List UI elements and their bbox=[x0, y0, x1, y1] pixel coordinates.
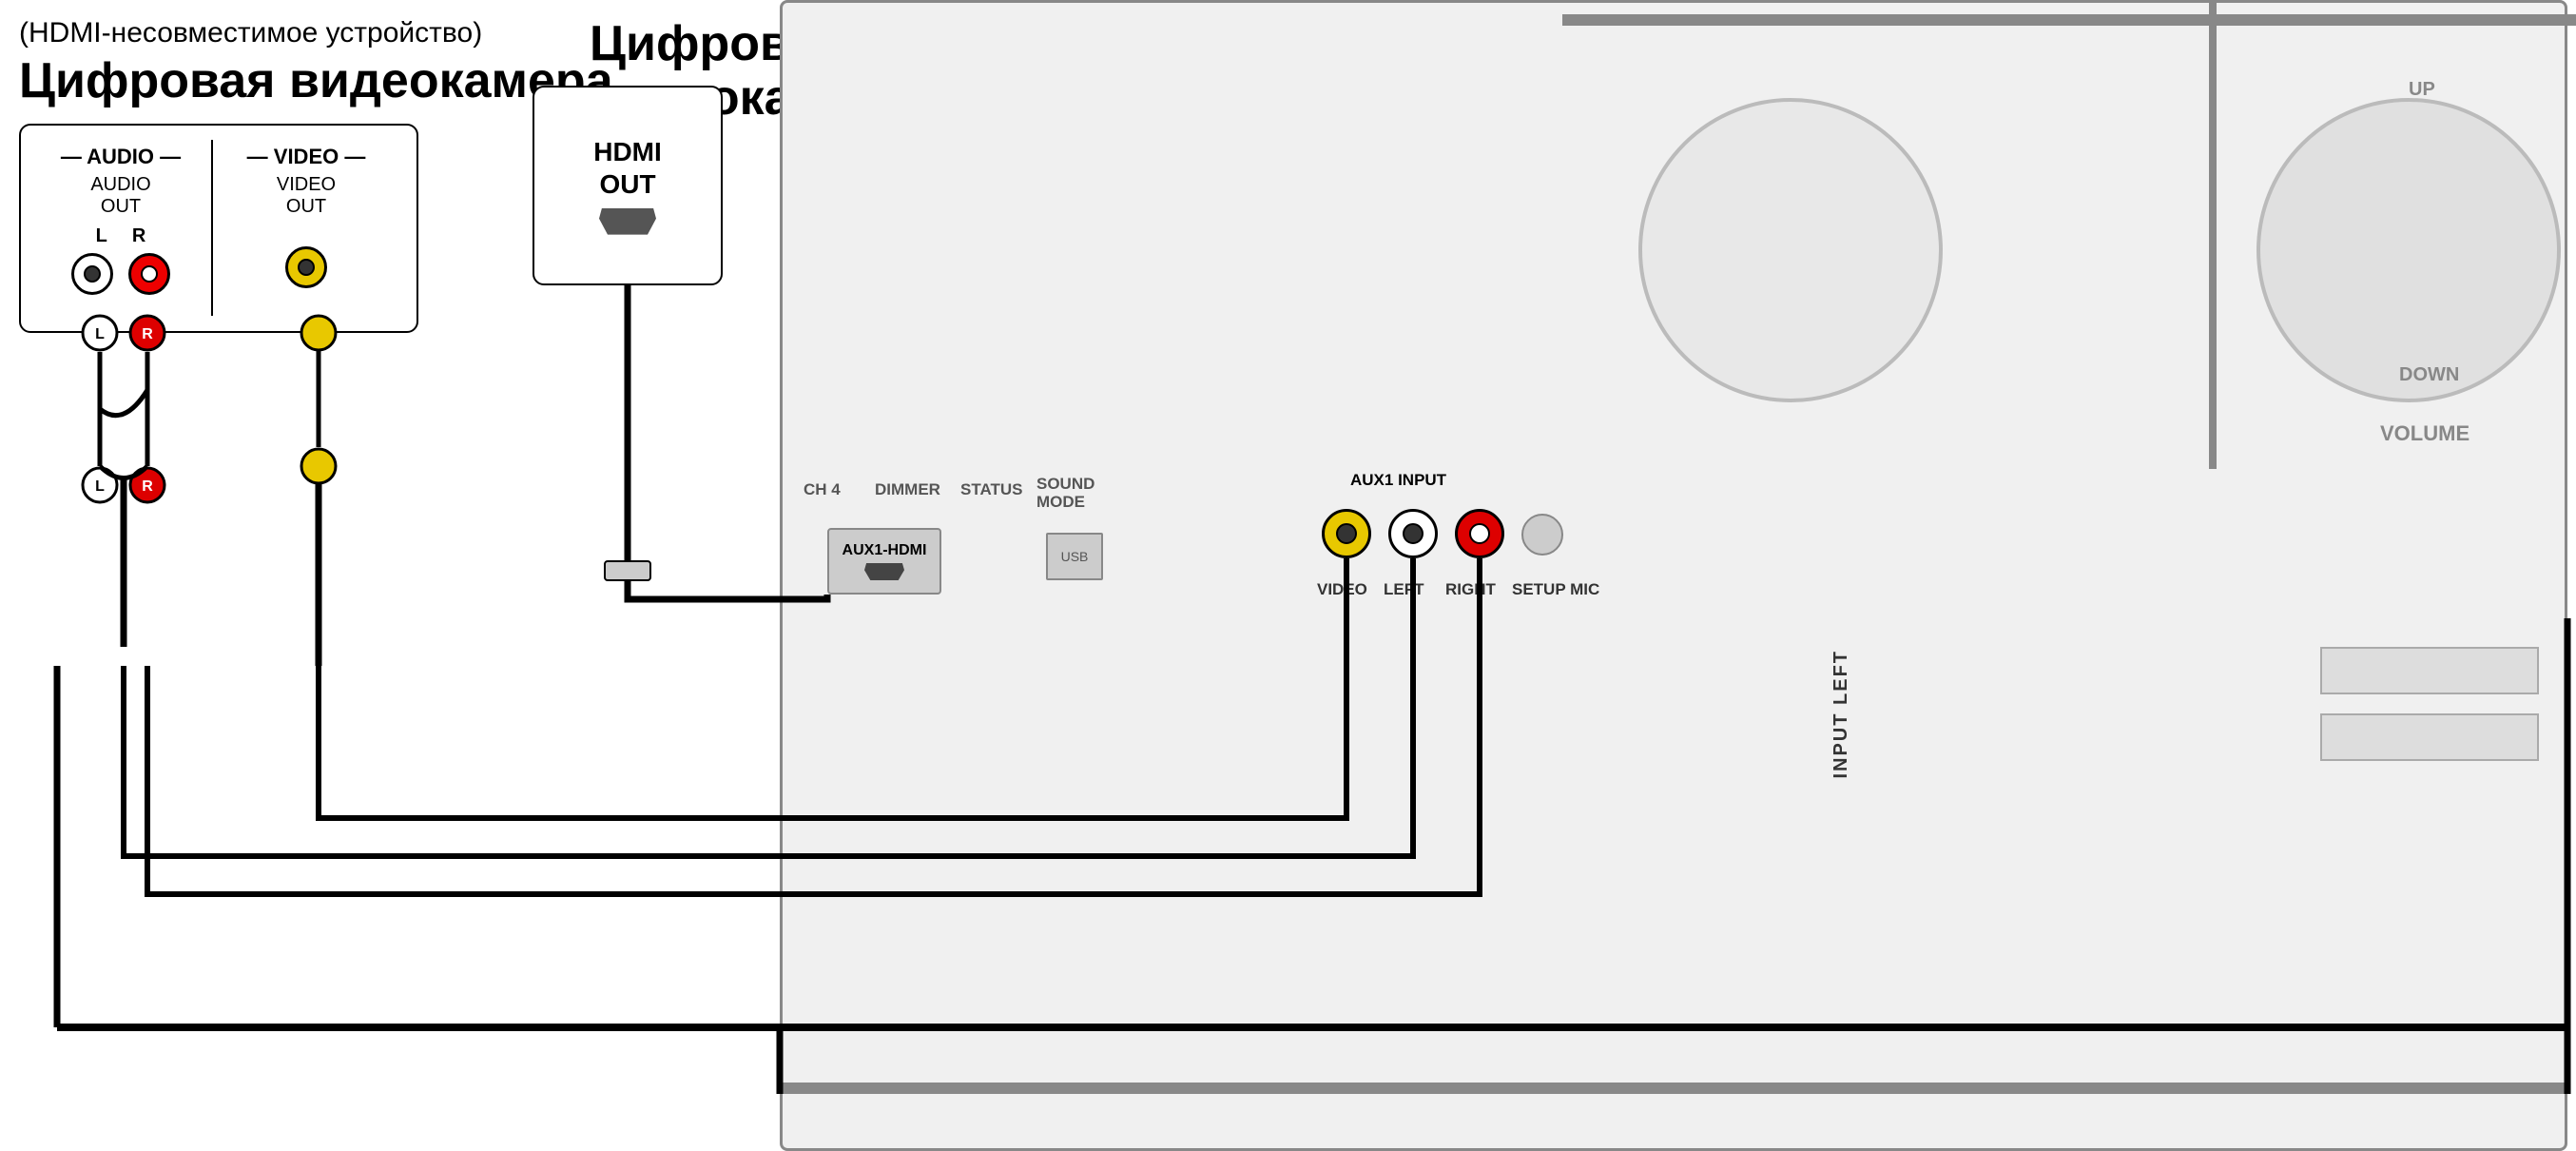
video-conn-label: VIDEO bbox=[1317, 580, 1367, 599]
ch4-label: CH 4 bbox=[804, 480, 841, 499]
left-conn-label: LEFT bbox=[1384, 580, 1424, 599]
sound-mode-label: SOUNDMODE bbox=[1036, 476, 1094, 511]
hdmi-device-box: HDMIOUT bbox=[533, 86, 723, 285]
video-out-label: VIDEOOUT bbox=[240, 174, 373, 218]
hdmi-port-icon bbox=[599, 208, 656, 235]
aux1-hdmi-label: AUX1-HDMI bbox=[843, 542, 927, 559]
usb-port-box: USB bbox=[1046, 533, 1103, 580]
left-camera-label: Цифровая видеокамера bbox=[19, 52, 613, 109]
audio-out-label: AUDIOOUT bbox=[40, 174, 202, 218]
audio-dash-label: — AUDIO — bbox=[40, 145, 202, 169]
l-label: L bbox=[96, 225, 107, 247]
svg-text:L: L bbox=[95, 478, 105, 495]
input-left-text: INPUT LEFT bbox=[1830, 650, 1852, 779]
hdmi-incompatible-label: (HDMI-несовместимое устройство) bbox=[19, 17, 482, 49]
device-left-rca bbox=[1388, 509, 1438, 558]
device-video-rca-inner bbox=[1336, 523, 1357, 544]
svg-text:R: R bbox=[142, 478, 153, 495]
section-divider bbox=[211, 140, 213, 316]
audio-r-connector bbox=[128, 253, 170, 295]
aux1-hdmi-port bbox=[864, 563, 904, 580]
video-connector bbox=[285, 246, 327, 288]
audio-l-inner bbox=[84, 265, 101, 283]
hdmi-out-label: HDMIOUT bbox=[593, 136, 662, 200]
volume-label: VOLUME bbox=[2380, 421, 2469, 446]
setup-mic-button[interactable] bbox=[1521, 514, 1563, 556]
right-conn-label: RIGHT bbox=[1445, 580, 1496, 599]
volume-up-label: UP bbox=[2409, 79, 2435, 101]
video-section: — VIDEO — VIDEOOUT bbox=[240, 145, 373, 288]
bottom-bar bbox=[780, 1083, 2567, 1094]
setup-mic-label: SETUP MIC bbox=[1512, 580, 1599, 599]
status-label: STATUS bbox=[960, 480, 1022, 499]
device-right-rca bbox=[1455, 509, 1504, 558]
lr-label-row: L R bbox=[40, 225, 202, 247]
left-device-box: — AUDIO — AUDIOOUT L R — VIDEO — VIDEOOU… bbox=[19, 124, 418, 333]
vertical-divider bbox=[2209, 3, 2217, 469]
video-connectors bbox=[240, 246, 373, 288]
device-video-rca bbox=[1322, 509, 1371, 558]
device-right-rca-inner bbox=[1469, 523, 1490, 544]
device-left-rca-inner bbox=[1403, 523, 1424, 544]
video-dash-label: — VIDEO — bbox=[240, 145, 373, 169]
audio-connectors bbox=[40, 253, 202, 295]
video-inner bbox=[298, 259, 315, 276]
audio-l-connector bbox=[71, 253, 113, 295]
audio-r-inner bbox=[141, 265, 158, 283]
volume-knob-small bbox=[1638, 98, 1943, 402]
right-slot-bottom bbox=[2320, 713, 2539, 761]
aux1-input-label: AUX1 INPUT bbox=[1350, 471, 1446, 490]
right-slot-top bbox=[2320, 647, 2539, 694]
dimmer-label: DIMMER bbox=[875, 480, 940, 499]
r-label: R bbox=[132, 225, 145, 247]
aux1-hdmi-box: AUX1-HDMI bbox=[827, 528, 941, 595]
usb-icon: USB bbox=[1061, 549, 1089, 564]
volume-down-label: DOWN bbox=[2399, 364, 2459, 386]
top-bar bbox=[1562, 14, 2576, 26]
audio-section: — AUDIO — AUDIOOUT L R bbox=[40, 145, 202, 295]
volume-knob-large[interactable] bbox=[2256, 98, 2561, 402]
diagram-container: (HDMI-несовместимое устройство) Цифровая… bbox=[0, 0, 2576, 1151]
